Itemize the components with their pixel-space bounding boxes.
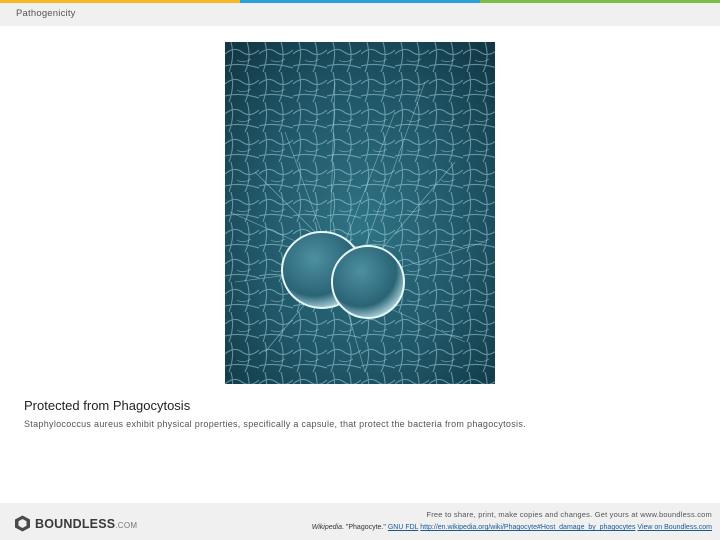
license-link[interactable]: GNU FDL (388, 524, 418, 531)
slide-footer: BOUNDLESS.COM Free to share, print, make… (0, 503, 720, 540)
share-notice: Free to share, print, make copies and ch… (426, 510, 712, 519)
source-url-link[interactable]: http://en.wikipedia.org/wiki/Phagocyte#H… (420, 524, 635, 531)
logo-wordmark: BOUNDLESS.COM (35, 517, 137, 531)
attribution-title: . "Phagocyte." (341, 524, 386, 531)
attribution-line: Wikipedia. "Phagocyte." GNU FDL http://e… (312, 524, 712, 531)
logo-suffix: .COM (115, 520, 138, 530)
boundless-logo[interactable]: BOUNDLESS.COM (14, 515, 137, 532)
caption-body: Staphylococcus aureus exhibit physical p… (24, 419, 526, 429)
boundless-logo-icon (15, 515, 30, 532)
caption-title: Protected from Phagocytosis (24, 398, 191, 413)
bacteria-micrograph-image (225, 42, 495, 384)
slide-header-title: Pathogenicity (16, 8, 76, 19)
logo-name: BOUNDLESS (35, 516, 116, 531)
view-on-boundless-link[interactable]: View on Boundless.com (637, 524, 712, 531)
slide-header: Pathogenicity (0, 3, 720, 26)
attribution-source: Wikipedia (311, 524, 342, 531)
